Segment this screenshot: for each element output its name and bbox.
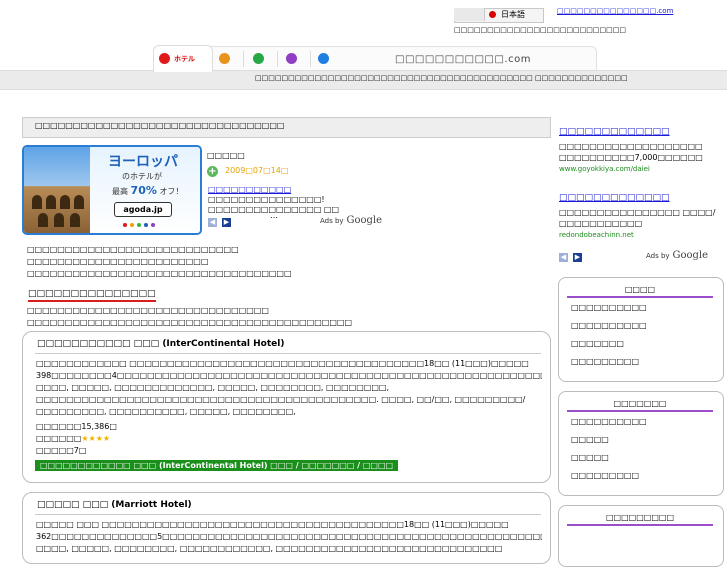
banner-line3: 最高 70% オフ！ [112,184,183,197]
next-arrow-icon[interactable]: ▶ [573,253,582,262]
top-site-link[interactable]: □□□□□□□□□□□□□□□.com [557,7,673,15]
hotel-rating: □□□□□□★★★★ [36,434,110,443]
panel-link[interactable]: □□□□□□□□□□ [571,417,647,426]
google-label: Google [672,250,708,261]
tab-divider [277,51,278,67]
right-ad-title[interactable]: □□□□□□□□□□□□□ [559,193,670,203]
card-divider [35,514,541,515]
panel-heading: □□□□ [567,285,713,298]
japan-flag-icon [489,11,496,18]
panel-link[interactable]: □□□□□□□□□□ [571,303,647,312]
panel-heading: □□□□□□□ [567,399,713,412]
section-desc-line: □□□□□□□□□□□□□□□□□□□□□□□□□□□□□□□□ [27,306,269,315]
section-desc-line: □□□□□□□□□□□□□□□□□□□□□□□□□□□□□□□□□□□□□□□□… [27,318,353,327]
banner-dots [123,220,158,230]
banner-line2: のホテルが [122,172,162,181]
intro-line: □□□□□□□□□□□□□□□□□□□□□□□□□□□□□□□□□□□ [27,269,292,278]
banner-line3-pre: 最高 [112,187,128,196]
ad-more: … [270,211,278,220]
panel-link[interactable]: □□□□□□□ [571,339,624,348]
tab-divider [310,51,311,67]
hotel-extra-info: □□□□□7□ [36,446,87,455]
colosseum-image [24,147,90,233]
panel-link[interactable]: □□□□□□□□□ [571,471,639,480]
prev-arrow-icon[interactable]: ◀ [559,253,568,262]
hotel-review-count: □□□□□□15,386□ [36,422,117,431]
plus-icon[interactable]: + [207,166,218,177]
right-ad-url[interactable]: www.goyokkiya.com/daiei [559,165,650,173]
agoda-banner-ad[interactable]: ヨーロッパ のホテルが 最高 70% オフ！ agoda.jp [22,145,202,235]
banner-line3-post: オフ！ [159,187,184,196]
card-divider [35,353,541,354]
intro-line: □□□□□□□□□□□□□□□□□□□□□□□□ [27,257,209,266]
star-rating-icon: ★★★★ [81,434,111,443]
panel-link[interactable]: □□□□□□□□□□ [571,321,647,330]
hotel-card-title[interactable]: □□□□□□□□□□□ □□□ (InterContinental Hotel) [37,339,284,349]
tab-3-icon[interactable] [253,53,264,64]
section-title: □□□□□□□□□□□□□□□ [28,289,156,302]
right-ad-description: □□□□□□□□□□□□□□□□ □□□□/ □□□□□□□□□□□ [559,208,716,228]
language-selector-blank[interactable] [454,8,485,21]
banner-discount: 70% [130,184,157,197]
right-ad-title[interactable]: □□□□□□□□□□□□□ [559,127,670,137]
ad-date: 2009□07□14□ [225,166,289,175]
language-label[interactable]: 日本語 [501,8,525,21]
hotel-card-description: □□□□□□□□□□□□ □□□□□□□□□□□□□□□□□□□□□□□□□□□… [36,359,542,416]
main-header-title: □□□□□□□□□□□□□□□□□□□□□□□□□□□□□□□□□ [35,121,285,130]
ad-description: □□□□□□□□□□□□□□□! □□□□□□□□□□□□□□□ □□ [208,195,340,214]
google-label: Google [346,215,382,226]
site-title: □□□□□□□□□□□.com [395,54,531,65]
tab-divider [243,51,244,67]
intro-text: □□□□□□□□□□□□□□□□□□□□□□□□□□□□ □□□□□□□□□□□… [27,244,292,280]
tab-2-icon[interactable] [219,53,230,64]
ad-title-link[interactable]: □□□□□□□□□□□ [208,185,291,194]
hotel-book-button[interactable]: □□□□□□□□□□□□ □□□ (InterContinental Hotel… [35,460,399,471]
category-panel: □□□□□□□□□ [558,505,724,567]
ads-by-label: Ads by [320,217,344,225]
hotel-card-title[interactable]: □□□□□ □□□ (Marriott Hotel) [37,500,192,510]
panel-link[interactable]: □□□□□□□□□ [571,357,639,366]
tab-4-icon[interactable] [286,53,297,64]
panel-heading: □□□□□□□□□ [567,513,713,526]
tab-5-icon[interactable] [318,53,329,64]
tab-hotel-label: ホテル [174,55,195,63]
hotel-card-description: □□□□□ □□□ □□□□□□□□□□□□□□□□□□□□□□□□□□□□□□… [36,520,542,553]
intro-line: □□□□□□□□□□□□□□□□□□□□□□□□□□□□ [27,245,239,254]
announcement-text: □□□□□□□□□□□□□□□□□□□□□□□□□□□□□□□□□□□□□□□□… [255,74,628,82]
ads-by-google[interactable]: Ads by Google [646,250,708,261]
right-ad-url[interactable]: redondobeachinn.net [559,231,634,239]
category-panel: □□□□ □□□□□□□□□□ □□□□□□□□□□ □□□□□□□ □□□□□… [558,277,724,382]
ads-by-google[interactable]: Ads by Google [320,215,382,226]
hotel-card: □□□□□ □□□ (Marriott Hotel) □□□□□ □□□ □□□… [22,492,551,564]
category-panel: □□□□□□□ □□□□□□□□□□ □□□□□ □□□□□ □□□□□□□□□ [558,391,724,496]
banner-agoda-button[interactable]: agoda.jp [114,202,172,217]
ad-label: □□□□□ [207,151,245,160]
top-subtext: □□□□□□□□□□□□□□□□□□□□□□□□□□ [454,26,626,34]
banner-headline: ヨーロッパ [108,154,178,170]
right-ad-description: □□□□□□□□□□□□□□□□□□□ □□□□□□□□□□7,000□□□□□… [559,142,703,162]
panel-link[interactable]: □□□□□ [571,453,609,462]
prev-arrow-icon[interactable]: ◀ [208,218,217,227]
hotel-rating-label: □□□□□□ [36,434,82,443]
ads-by-label: Ads by [646,252,670,260]
section-description: □□□□□□□□□□□□□□□□□□□□□□□□□□□□□□□□ □□□□□□□… [27,305,352,329]
tab-hotel-icon [159,53,170,64]
hotel-card: □□□□□□□□□□□ □□□ (InterContinental Hotel)… [22,331,551,483]
panel-link[interactable]: □□□□□ [571,435,609,444]
next-arrow-icon[interactable]: ▶ [222,218,231,227]
